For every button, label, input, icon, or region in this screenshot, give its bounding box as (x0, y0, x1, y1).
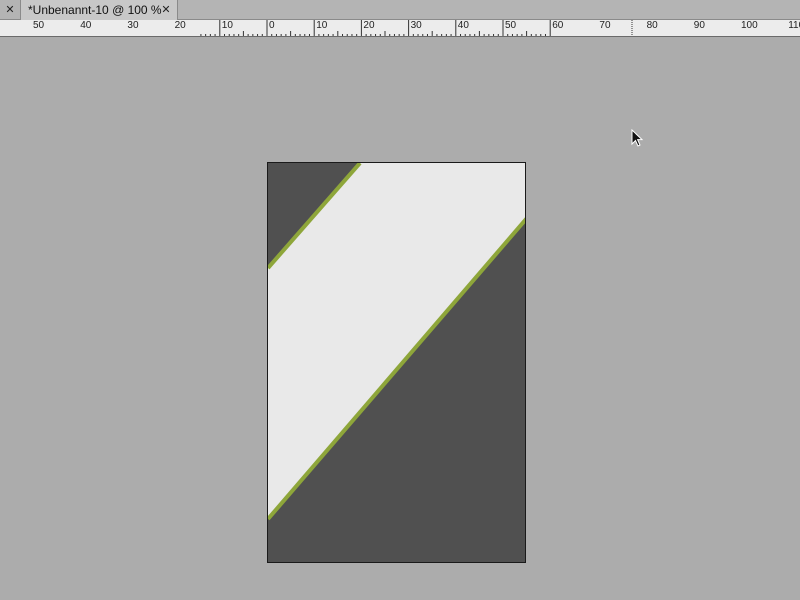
ruler-label: 0 (269, 20, 275, 31)
ruler-label: 30 (127, 20, 139, 31)
ruler-label: 50 (33, 20, 45, 31)
tab-title: *Unbenannt-10 @ 100 % (28, 3, 162, 17)
page-artwork (268, 163, 525, 562)
ruler-label: 60 (552, 20, 564, 31)
ruler-label: 50 (505, 20, 517, 31)
horizontal-ruler[interactable]: 50403020100102030405060708090100110 (0, 20, 800, 37)
ruler-label: 30 (410, 20, 422, 31)
ruler-label: 10 (221, 20, 233, 31)
document-page[interactable] (267, 162, 526, 563)
close-icon[interactable]: ✕ (0, 0, 20, 19)
tab-document[interactable]: *Unbenannt-10 @ 100 % ✕ (20, 0, 178, 20)
close-icon[interactable]: ✕ (160, 3, 172, 16)
ruler-label: 100 (741, 20, 758, 31)
ruler-label: 110 (788, 20, 800, 31)
ruler-label: 70 (599, 20, 611, 31)
ruler-ticks (200, 20, 633, 36)
document-tab-bar: ✕ *Unbenannt-10 @ 100 % ✕ (0, 0, 800, 20)
ruler-label: 10 (316, 20, 328, 31)
ruler-label: 40 (80, 20, 92, 31)
arrow-cursor-icon (631, 129, 644, 147)
ruler-label: 80 (646, 20, 658, 31)
ruler-label: 90 (693, 20, 705, 31)
ruler-label: 40 (457, 20, 469, 31)
ruler-label: 20 (174, 20, 186, 31)
ruler-label: 20 (363, 20, 375, 31)
